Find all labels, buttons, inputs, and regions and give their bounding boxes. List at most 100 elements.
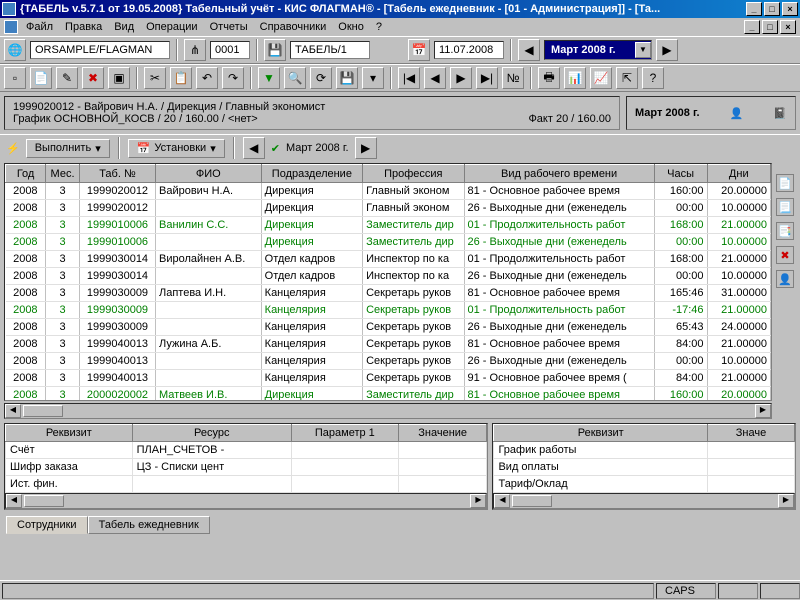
table-row[interactable]: 200831999040013Лужина А.Б.КанцелярияСекр… — [6, 336, 771, 353]
chart-icon[interactable]: 📈 — [590, 67, 612, 89]
export-icon[interactable]: ⇱ — [616, 67, 638, 89]
table-row[interactable]: 200832000020002Матвеев И.В.ДирекцияЗамес… — [6, 387, 771, 402]
col-header[interactable]: ФИО — [156, 165, 262, 183]
main-toolbar: ▫ 📄 ✎ ✖ ▣ ✂ 📋 ↶ ↷ ▼ 🔍 ⟳ 💾 ▾ |◀ ◀ ▶ ▶| № … — [0, 64, 800, 92]
maximize-button[interactable]: □ — [764, 2, 780, 16]
panel-row[interactable]: Шифр заказаЦЗ - Списки цент — [6, 459, 487, 476]
copy2-icon[interactable]: 📑 — [776, 222, 794, 240]
menu-Справочники[interactable]: Справочники — [254, 20, 333, 34]
disk-icon[interactable]: 💾 — [264, 39, 286, 61]
cut-icon[interactable]: ✂ — [144, 67, 166, 89]
refresh-icon[interactable]: ⟳ — [310, 67, 332, 89]
col-header[interactable]: Год — [6, 165, 46, 183]
chevron-down-icon[interactable]: ▼ — [635, 42, 651, 58]
minimize-button[interactable]: _ — [746, 2, 762, 16]
scroll-right-icon[interactable]: ▶ — [755, 404, 771, 418]
period-next-small[interactable]: ▶ — [355, 137, 377, 159]
tab-timesheet[interactable]: Табель ежедневник — [88, 516, 210, 534]
first-icon[interactable]: |◀ — [398, 67, 420, 89]
person-icon[interactable]: 👤 — [730, 107, 744, 120]
mdi-minimize[interactable]: _ — [744, 20, 760, 34]
filter-icon[interactable]: ▼ — [258, 67, 280, 89]
print-icon[interactable]: 🖶 — [538, 67, 560, 89]
settings-button[interactable]: 📅 Установки ▾ — [128, 139, 225, 158]
panel-row[interactable]: Вид оплаты — [494, 459, 795, 476]
table-row[interactable]: 200831999030014Виролайнен А.В.Отдел кадр… — [6, 251, 771, 268]
app-icon — [2, 2, 16, 16]
panel-row[interactable]: СчётПЛАН_СЧЕТОВ - — [6, 442, 487, 459]
globe-icon[interactable]: 🌐 — [4, 39, 26, 61]
book-icon[interactable]: 📓 — [773, 107, 787, 120]
panel-row[interactable]: Ист. фин. — [6, 476, 487, 493]
report-icon[interactable]: 📊 — [564, 67, 586, 89]
prev-icon[interactable]: ◀ — [424, 67, 446, 89]
table-row[interactable]: 200831999030014Отдел кадровИнспектор по … — [6, 268, 771, 285]
last-icon[interactable]: ▶| — [476, 67, 498, 89]
menu-Операции[interactable]: Операции — [140, 20, 203, 34]
scroll-left-icon[interactable]: ◀ — [5, 404, 21, 418]
period-combo[interactable]: Март 2008 г. ▼ — [544, 40, 652, 60]
edit-icon[interactable]: ✎ — [56, 67, 78, 89]
mdi-maximize[interactable]: □ — [762, 20, 778, 34]
search-icon[interactable]: 🔍 — [284, 67, 306, 89]
help-icon[interactable]: ? — [642, 67, 664, 89]
col-header[interactable]: Дни — [707, 165, 770, 183]
period-next-button[interactable]: ▶ — [656, 39, 678, 61]
calendar-icon[interactable]: 📅 — [408, 39, 430, 61]
code-field[interactable]: 0001 — [210, 41, 250, 59]
menu-Отчеты[interactable]: Отчеты — [204, 20, 254, 34]
close-button[interactable]: × — [782, 2, 798, 16]
table-row[interactable]: 200831999030009КанцелярияСекретарь руков… — [6, 319, 771, 336]
sheet-field[interactable]: ТАБЕЛЬ/1 — [290, 41, 370, 59]
paste-icon[interactable]: 📋 — [170, 67, 192, 89]
table-row[interactable]: 200831999010006ДирекцияЗаместитель дир26… — [6, 234, 771, 251]
table-row[interactable]: 200831999010006Ванилин С.С.ДирекцияЗамес… — [6, 217, 771, 234]
table-row[interactable]: 200831999020012ДирекцияГлавный эконом26 … — [6, 200, 771, 217]
undo-icon[interactable]: ↶ — [196, 67, 218, 89]
user-icon[interactable]: 👤 — [776, 270, 794, 288]
redo-icon[interactable]: ↷ — [222, 67, 244, 89]
menu-Правка[interactable]: Правка — [59, 20, 108, 34]
view-icon[interactable]: ▣ — [108, 67, 130, 89]
copy-icon[interactable]: 📄 — [30, 67, 52, 89]
col-header[interactable]: Мес. — [46, 165, 80, 183]
table-row[interactable]: 200831999030009КанцелярияСекретарь руков… — [6, 302, 771, 319]
table-row[interactable]: 200831999020012Вайрович Н.А.ДирекцияГлав… — [6, 183, 771, 200]
db-field[interactable]: ORSAMPLE/FLAGMAN — [30, 41, 170, 59]
menu-?[interactable]: ? — [370, 20, 388, 34]
run-button[interactable]: Выполнить ▾ — [26, 139, 110, 158]
col-header[interactable]: Подразделение — [261, 165, 362, 183]
menu-Файл[interactable]: Файл — [20, 20, 59, 34]
page-icon[interactable]: 📃 — [776, 198, 794, 216]
date-field[interactable]: 11.07.2008 — [434, 41, 504, 59]
tab-employees[interactable]: Сотрудники — [6, 516, 88, 534]
col-header[interactable]: Таб. № — [79, 165, 155, 183]
mdi-close[interactable]: × — [780, 20, 796, 34]
doc-icon[interactable]: 📄 — [776, 174, 794, 192]
cancel-icon[interactable]: ✖ — [776, 246, 794, 264]
scroll-thumb[interactable] — [23, 405, 63, 417]
period-prev-button[interactable]: ◀ — [518, 39, 540, 61]
goto-icon[interactable]: № — [502, 67, 524, 89]
menu-Окно[interactable]: Окно — [332, 20, 370, 34]
menu-Вид[interactable]: Вид — [108, 20, 140, 34]
col-header[interactable]: Профессия — [363, 165, 464, 183]
table-row[interactable]: 200831999040013КанцелярияСекретарь руков… — [6, 353, 771, 370]
mdi-icon[interactable] — [4, 20, 18, 34]
panel-row[interactable]: График работы — [494, 442, 795, 459]
col-header[interactable]: Вид рабочего времени — [464, 165, 654, 183]
panel-row[interactable]: Тариф/Оклад — [494, 476, 795, 493]
table-row[interactable]: 200831999030009Лаптева И.Н.КанцелярияСек… — [6, 285, 771, 302]
table-row[interactable]: 200831999040013КанцелярияСекретарь руков… — [6, 370, 771, 387]
save-icon[interactable]: 💾 — [336, 67, 358, 89]
new-icon[interactable]: ▫ — [4, 67, 26, 89]
tree-icon[interactable]: ⋔ — [184, 39, 206, 61]
delete-icon[interactable]: ✖ — [82, 67, 104, 89]
next-icon[interactable]: ▶ — [450, 67, 472, 89]
main-grid-wrap: ГодМес.Таб. №ФИОПодразделениеПрофессияВи… — [4, 163, 772, 401]
dropdown-icon[interactable]: ▾ — [362, 67, 384, 89]
period-prev-small[interactable]: ◀ — [243, 137, 265, 159]
grid-scroll[interactable]: ◀ ▶ — [4, 403, 772, 419]
col-header[interactable]: Часы — [654, 165, 707, 183]
main-grid[interactable]: ГодМес.Таб. №ФИОПодразделениеПрофессияВи… — [5, 164, 771, 401]
